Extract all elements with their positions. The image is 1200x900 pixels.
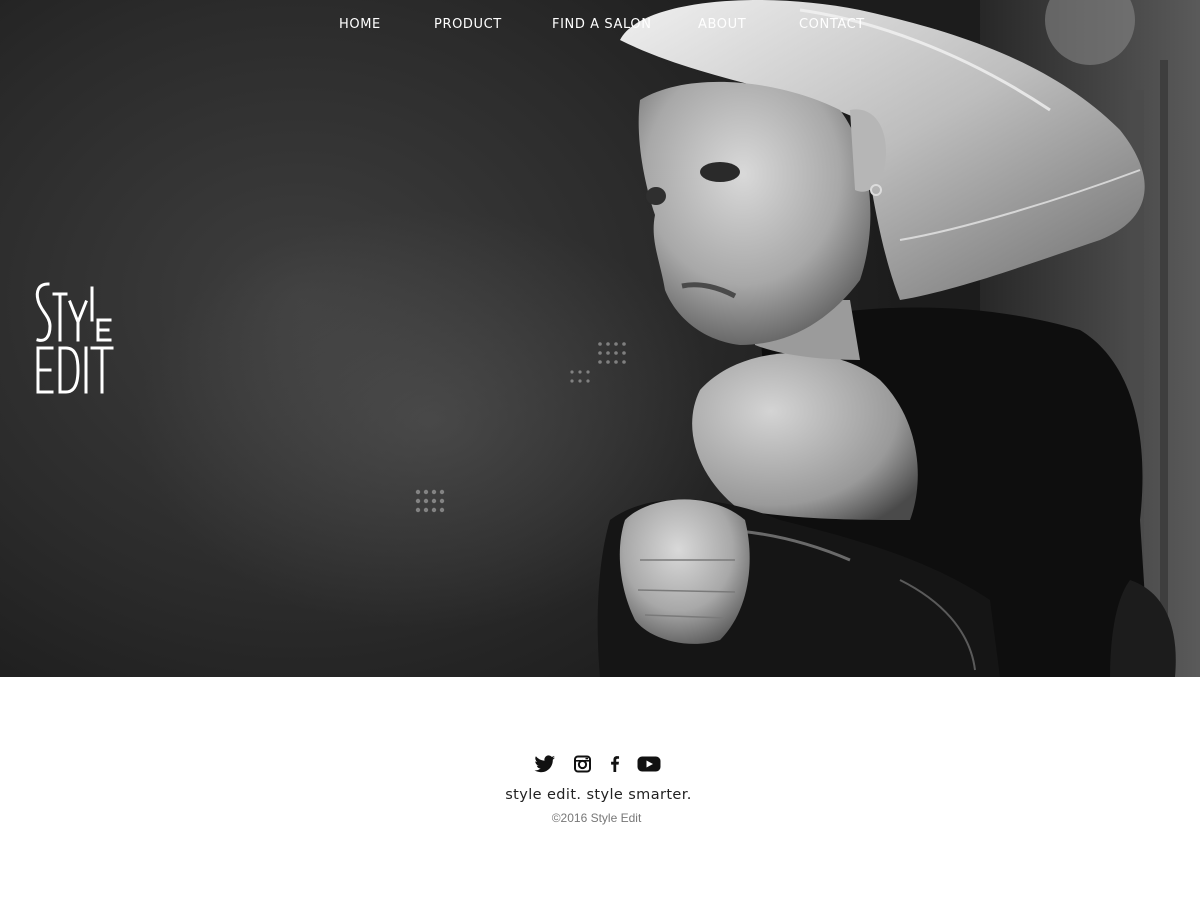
nav-contact-link[interactable]: CONTACT: [799, 16, 865, 34]
instagram-icon: [574, 755, 591, 773]
facebook-link[interactable]: [603, 753, 627, 775]
nav-home-link[interactable]: HOME: [339, 16, 381, 34]
hero-banner: HOME PRODUCT FIND A SALON ABOUT CONTACT: [0, 0, 1200, 677]
twitter-icon: [534, 755, 555, 773]
nav-product-link[interactable]: PRODUCT: [434, 16, 502, 34]
nav-about-link[interactable]: ABOUT: [698, 16, 746, 34]
youtube-link[interactable]: [636, 753, 662, 775]
footer-tagline: style edit. style smarter.: [505, 787, 692, 803]
youtube-icon: [637, 756, 661, 772]
hero-photo-woman: [415, 0, 1200, 677]
instagram-link[interactable]: [571, 753, 595, 775]
twitter-link[interactable]: [533, 753, 557, 775]
footer-copyright: ©2016 Style Edit: [551, 811, 642, 825]
nav-find-a-salon-link[interactable]: FIND A SALON: [552, 16, 652, 34]
style-edit-logo[interactable]: [34, 280, 114, 398]
social-links: [0, 753, 1200, 775]
main-navigation: HOME PRODUCT FIND A SALON ABOUT CONTACT: [0, 16, 1200, 36]
footer: style edit. style smarter. ©2016 Style E…: [0, 677, 1200, 900]
facebook-icon: [611, 756, 620, 772]
